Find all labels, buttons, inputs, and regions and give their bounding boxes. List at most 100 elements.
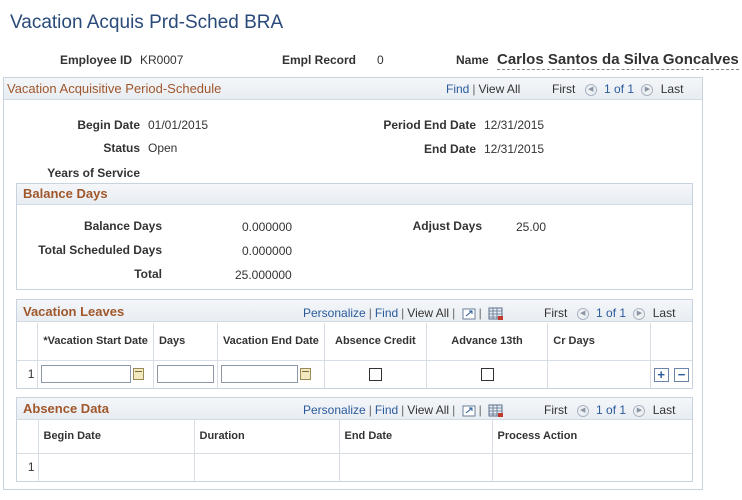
balance-days-header <box>17 184 692 205</box>
last-label: Last <box>652 403 676 417</box>
find-link[interactable]: Find <box>375 306 398 320</box>
download-icon[interactable] <box>488 404 504 418</box>
view-all-link[interactable]: View All <box>407 306 449 320</box>
employee-name: Carlos Santos da Silva Goncalves <box>497 51 739 70</box>
absence-data-toolbar: Personalize | Find | View All | | <box>303 403 504 418</box>
add-row-button[interactable]: + <box>653 367 669 382</box>
next-icon[interactable]: ▶ <box>641 83 654 96</box>
find-link[interactable]: Find <box>446 82 469 96</box>
column-header: Advance 13th <box>426 323 549 360</box>
previous-icon[interactable]: ◀ <box>576 307 589 320</box>
absence-credit-cell <box>324 359 427 388</box>
column-header: Vacation End Date <box>217 323 325 360</box>
previous-icon[interactable]: ◀ <box>576 404 589 417</box>
adjust-days-value: 25.00 <box>516 220 547 234</box>
row-counter: 1 of 1 <box>596 403 627 417</box>
balance-days-label: Balance Days <box>83 219 162 233</box>
column-header: End Date <box>339 420 493 453</box>
cr-days-cell <box>547 359 651 388</box>
column-header: Process Action <box>492 420 692 453</box>
absence-data-title: Absence Data <box>23 401 109 416</box>
column-header: Absence Credit <box>324 323 427 360</box>
days-input[interactable] <box>156 365 214 384</box>
next-icon[interactable]: ▶ <box>633 404 646 417</box>
last-label: Last <box>660 82 684 96</box>
first-label: First <box>544 403 568 417</box>
process-action-cell <box>492 452 692 481</box>
vacation-leaves-grid: *Vacation Start Date Days Vacation End D… <box>17 323 692 388</box>
period-end-date-label: Period End Date <box>383 118 476 132</box>
vacation-leaves-title: Vacation Leaves <box>23 304 125 319</box>
table-row: 1 <box>17 452 692 481</box>
employee-id-label: Employee ID <box>60 53 133 67</box>
vacation-end-date-cell <box>217 359 325 388</box>
duration-cell <box>194 452 340 481</box>
first-label: First <box>544 306 568 320</box>
empl-record-label: Empl Record <box>282 53 357 67</box>
row-number: 1 <box>17 452 39 481</box>
column-header: *Vacation Start Date <box>37 323 154 360</box>
advance-13th-checkbox[interactable] <box>480 368 494 382</box>
end-date-cell <box>339 452 493 481</box>
begin-date-value: 01/01/2015 <box>148 118 209 132</box>
begin-date-label: Begin Date <box>77 118 140 132</box>
absence-credit-checkbox[interactable] <box>368 368 382 382</box>
total-scheduled-days-label: Total Scheduled Days <box>38 243 162 257</box>
find-link[interactable]: Find <box>375 403 398 417</box>
name-label: Name <box>456 53 489 67</box>
period-end-date-value: 12/31/2015 <box>484 118 545 132</box>
row-counter: 1 of 1 <box>604 82 635 96</box>
column-header: Days <box>153 323 218 360</box>
first-label: First <box>552 82 576 96</box>
row-actions-cell: + − <box>650 359 692 388</box>
zoom-icon[interactable] <box>462 308 476 320</box>
begin-date-cell <box>38 452 195 481</box>
row-number-header <box>17 420 39 453</box>
row-number: 1 <box>17 359 39 388</box>
page-title: Vacation Acquis Prd-Sched BRA <box>10 12 284 33</box>
status-value: Open <box>148 141 178 155</box>
personalize-link[interactable]: Personalize <box>303 403 366 417</box>
row-actions-header <box>650 323 692 360</box>
previous-icon[interactable]: ◀ <box>584 83 597 96</box>
days-cell <box>153 359 218 388</box>
total-scheduled-days-value: 0.000000 <box>242 244 293 258</box>
vacation-leaves-pager: First ◀ 1 of 1 ▶ Last <box>544 306 675 320</box>
row-number-header <box>17 323 39 360</box>
total-label: Total <box>134 267 162 281</box>
period-schedule-title: Vacation Acquisitive Period-Schedule <box>7 81 222 96</box>
view-all-link[interactable]: View All <box>478 82 520 96</box>
last-label: Last <box>652 306 676 320</box>
absence-data-grid: Begin Date Duration End Date Process Act… <box>17 420 692 481</box>
column-header: Cr Days <box>547 323 651 360</box>
vacation-start-date-input[interactable] <box>41 365 132 384</box>
column-header: Begin Date <box>38 420 195 453</box>
vacation-end-date-input[interactable] <box>220 365 298 384</box>
calendar-icon[interactable] <box>299 368 311 381</box>
balance-days-value: 0.000000 <box>242 220 293 234</box>
end-date-label: End Date <box>423 142 476 156</box>
absence-data-pager: First ◀ 1 of 1 ▶ Last <box>544 403 675 417</box>
next-icon[interactable]: ▶ <box>633 307 646 320</box>
end-date-value: 12/31/2015 <box>484 142 545 156</box>
advance-13th-cell <box>426 359 549 388</box>
empl-record-value: 0 <box>377 53 384 67</box>
adjust-days-label: Adjust Days <box>412 219 482 233</box>
balance-days-title: Balance Days <box>23 186 108 201</box>
zoom-icon[interactable] <box>462 405 476 417</box>
download-icon[interactable] <box>488 307 504 321</box>
calendar-icon[interactable] <box>133 368 145 381</box>
row-counter: 1 of 1 <box>596 306 627 320</box>
delete-row-button[interactable]: − <box>674 367 689 382</box>
total-value: 25.000000 <box>235 268 292 282</box>
years-of-service-label: Years of Service <box>47 166 140 180</box>
status-label: Status <box>103 141 140 155</box>
personalize-link[interactable]: Personalize <box>303 306 366 320</box>
period-schedule-nav: Find | View All <box>446 82 521 96</box>
employee-id-value: KR0007 <box>140 53 184 67</box>
view-all-link[interactable]: View All <box>407 403 449 417</box>
vacation-start-date-cell <box>37 359 154 388</box>
column-header: Duration <box>194 420 340 453</box>
vacation-leaves-toolbar: Personalize | Find | View All | | <box>303 306 504 321</box>
table-row: 1 + − <box>17 359 692 388</box>
